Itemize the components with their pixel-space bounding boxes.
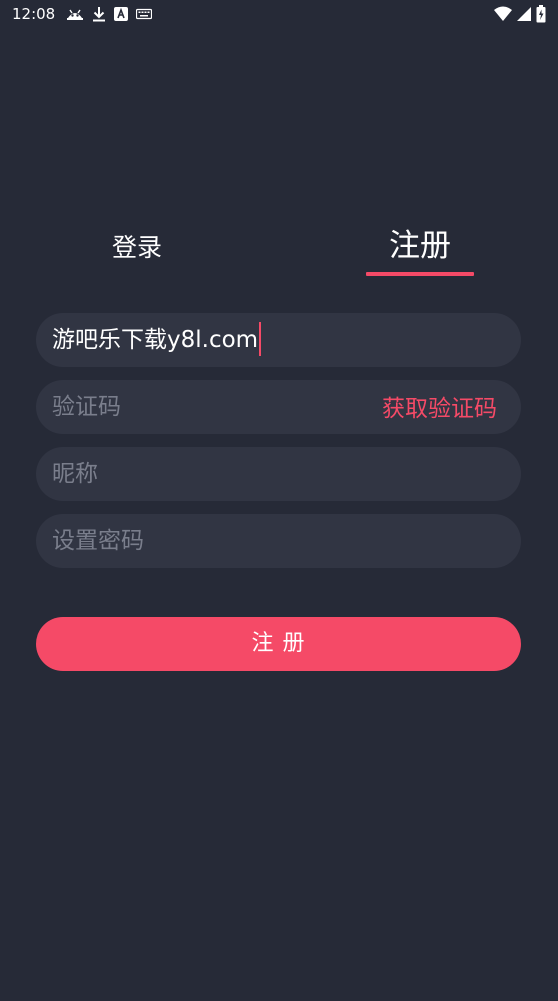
verification-code-input[interactable]: 验证码 获取验证码 xyxy=(36,380,521,434)
tab-register[interactable]: 注册 xyxy=(366,224,474,268)
wifi-icon xyxy=(494,6,512,22)
text-caret xyxy=(259,321,262,356)
verification-code-placeholder: 验证码 xyxy=(52,394,121,420)
download-icon xyxy=(92,6,106,22)
status-icons-left xyxy=(66,4,152,24)
get-code-button[interactable]: 获取验证码 xyxy=(382,380,497,438)
app-a-icon xyxy=(114,7,128,21)
signal-icon xyxy=(516,6,532,22)
phone-input-text: 游吧乐下载y8l.com xyxy=(52,327,259,353)
android-debug-icon xyxy=(66,7,84,21)
nickname-input[interactable]: 昵称 xyxy=(36,447,521,501)
battery-icon xyxy=(536,5,546,23)
auth-tabs: 登录 注册 xyxy=(0,224,558,280)
status-bar: 12:08 xyxy=(0,0,558,28)
phone-input-value: 游吧乐下载y8l.com xyxy=(52,313,262,367)
nickname-placeholder: 昵称 xyxy=(52,461,98,487)
status-time: 12:08 xyxy=(12,5,56,23)
status-icons-right xyxy=(494,4,546,24)
register-button[interactable]: 注 册 xyxy=(36,617,521,671)
phone-input[interactable]: 游吧乐下载y8l.com xyxy=(36,313,521,367)
password-input[interactable]: 设置密码 xyxy=(36,514,521,568)
active-tab-indicator xyxy=(366,272,474,276)
keyboard-icon xyxy=(136,8,152,20)
tab-login[interactable]: 登录 xyxy=(84,230,190,266)
password-placeholder: 设置密码 xyxy=(52,528,144,554)
